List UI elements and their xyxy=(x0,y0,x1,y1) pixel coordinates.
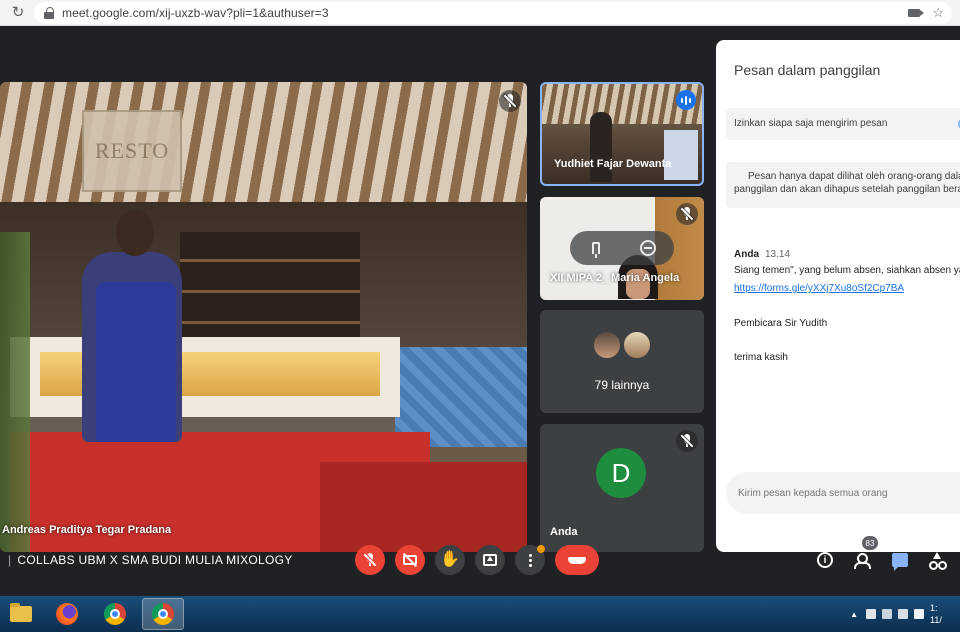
video-scene-table-back xyxy=(320,462,527,552)
firefox-icon xyxy=(56,603,78,625)
file-explorer-button[interactable] xyxy=(0,598,42,630)
chrome-icon xyxy=(104,603,126,625)
message-time: 13.14 xyxy=(765,249,791,260)
firefox-button[interactable] xyxy=(46,598,88,630)
show-hidden-icons-icon[interactable]: ▲ xyxy=(850,610,858,619)
presenter-apron xyxy=(96,282,176,442)
network-icon[interactable] xyxy=(898,609,908,619)
tile-hover-actions xyxy=(570,231,674,265)
browser-toolbar: ↻ meet.google.com/xij-uxzb-wav?pli=1&aut… xyxy=(0,0,960,26)
chat-input-box xyxy=(726,472,960,514)
lock-icon[interactable] xyxy=(44,7,54,19)
battery-icon[interactable] xyxy=(882,609,892,619)
mic-off-icon xyxy=(363,553,377,567)
resto-sign-text: RESTO xyxy=(94,138,170,163)
info-icon: i xyxy=(817,552,833,568)
windows-taskbar: ▲ 1: 11/ xyxy=(0,596,960,632)
camera-off-icon xyxy=(403,555,417,565)
url-text[interactable]: meet.google.com/xij-uxzb-wav?pli=1&authu… xyxy=(62,6,329,20)
tile-mic-off-icon xyxy=(676,203,698,225)
speaking-indicator-icon xyxy=(676,90,696,110)
participant-name: Yudhiet Fajar Dewanta xyxy=(554,158,672,170)
omnibox-actions: ☆ xyxy=(908,2,944,24)
video-scene-plant xyxy=(0,232,30,552)
chat-note-line: panggilan dan akan dihapus setelah pangg… xyxy=(734,184,960,195)
chat-message-input[interactable] xyxy=(738,484,938,502)
main-tile-mic-off-icon xyxy=(499,90,521,112)
hang-up-icon xyxy=(568,556,586,564)
screen: ↻ meet.google.com/xij-uxzb-wav?pli=1&aut… xyxy=(0,0,960,632)
avatar: D xyxy=(596,448,646,498)
volume-icon[interactable] xyxy=(914,609,924,619)
more-vert-icon xyxy=(528,553,532,567)
yudhiet-video-window xyxy=(664,130,698,180)
chat-permission-row: Izinkan siapa saja mengirim pesan xyxy=(726,108,960,140)
meeting-details-button[interactable]: i xyxy=(814,549,836,571)
activities-icon xyxy=(928,552,946,570)
meet-stage: RESTO Andreas Praditya Tegar Pradana Yud… xyxy=(0,26,960,596)
chat-message-text: Pembicara Sir Yudith xyxy=(734,318,828,329)
address-bar[interactable]: meet.google.com/xij-uxzb-wav?pli=1&authu… xyxy=(34,2,952,24)
video-scene-ceiling xyxy=(0,82,527,222)
message-sender: Anda xyxy=(734,249,759,260)
microphone-toggle-button[interactable] xyxy=(355,545,385,575)
present-screen-button[interactable] xyxy=(475,545,505,575)
chat-button[interactable] xyxy=(889,549,911,571)
chat-message-link[interactable]: https://forms.gle/yXXj7Xu8oSf2Cp7BA xyxy=(734,283,904,294)
system-tray: ▲ 1: 11/ xyxy=(850,596,960,632)
avatar xyxy=(592,330,622,360)
presenter-head xyxy=(116,210,154,256)
people-icon xyxy=(854,553,872,569)
participant-name: Anda xyxy=(550,526,578,538)
reload-icon[interactable]: ↻ xyxy=(8,3,28,23)
system-clock[interactable]: 1: 11/ xyxy=(930,602,960,626)
star-icon[interactable]: ☆ xyxy=(932,5,944,21)
self-tile[interactable]: D Anda xyxy=(540,424,704,552)
main-video-tile[interactable]: RESTO Andreas Praditya Tegar Pradana xyxy=(0,82,527,552)
chat-info-note: Pesan hanya dapat dilihat oleh orang-ora… xyxy=(726,162,960,208)
camera-toggle-button[interactable] xyxy=(395,545,425,575)
chrome-active-window-button[interactable] xyxy=(142,598,184,630)
folder-icon xyxy=(10,603,32,622)
resto-sign: RESTO xyxy=(82,110,182,192)
chat-message-text: terima kasih xyxy=(734,352,788,363)
chat-permission-label: Izinkan siapa saja mengirim pesan xyxy=(734,118,888,129)
main-participant-name: Andreas Praditya Tegar Pradana xyxy=(2,524,172,536)
meeting-title: | COLLABS UBM X SMA BUDI MULIA MIXOLOGY xyxy=(8,553,293,567)
pin-icon[interactable] xyxy=(585,237,607,259)
notification-dot xyxy=(537,545,545,553)
chrome-icon xyxy=(152,603,174,625)
remove-participant-icon[interactable] xyxy=(637,237,659,259)
video-scene-shelf xyxy=(180,232,360,352)
meeting-title-text: COLLABS UBM X SMA BUDI MULIA MIXOLOGY xyxy=(17,553,293,567)
chat-message-header: Anda 13.14 xyxy=(734,249,790,260)
participant-count-badge: 83 xyxy=(862,536,878,550)
camera-blocked-icon[interactable] xyxy=(908,9,925,17)
participant-name: XII MIPA 2_ Maria Angela xyxy=(550,272,680,284)
chat-note-line: Pesan hanya dapat dilihat oleh orang-ora… xyxy=(748,171,960,182)
avatar xyxy=(622,330,652,360)
participants-button[interactable] xyxy=(852,549,874,571)
flag-icon[interactable] xyxy=(866,609,876,619)
activities-button[interactable] xyxy=(926,549,948,571)
other-participants-count: 79 lainnya xyxy=(594,378,650,392)
clock-time: 1: xyxy=(930,603,938,613)
hand-icon: ✋ xyxy=(440,551,460,568)
chat-message-text: Siang temen", yang belum absen, siahkan … xyxy=(734,265,960,276)
chat-panel: Pesan dalam panggilan Izinkan siapa saja… xyxy=(716,40,960,552)
raise-hand-button[interactable]: ✋ xyxy=(435,545,465,575)
tile-mic-off-icon xyxy=(676,430,698,452)
chrome-button[interactable] xyxy=(94,598,136,630)
participant-tile-maria-angela[interactable]: XII MIPA 2_ Maria Angela xyxy=(540,197,704,300)
more-options-button[interactable] xyxy=(515,545,545,575)
participant-tile-yudhiet[interactable]: Yudhiet Fajar Dewanta xyxy=(540,82,704,186)
yudhiet-video-person xyxy=(590,112,612,182)
leave-call-button[interactable] xyxy=(555,545,599,575)
title-separator: | xyxy=(8,553,12,567)
chat-icon xyxy=(892,553,908,571)
other-participants-tile[interactable]: 79 lainnya xyxy=(540,310,704,413)
chat-panel-title: Pesan dalam panggilan xyxy=(734,62,881,78)
present-icon xyxy=(483,554,497,566)
clock-date: 11/ xyxy=(930,615,942,625)
